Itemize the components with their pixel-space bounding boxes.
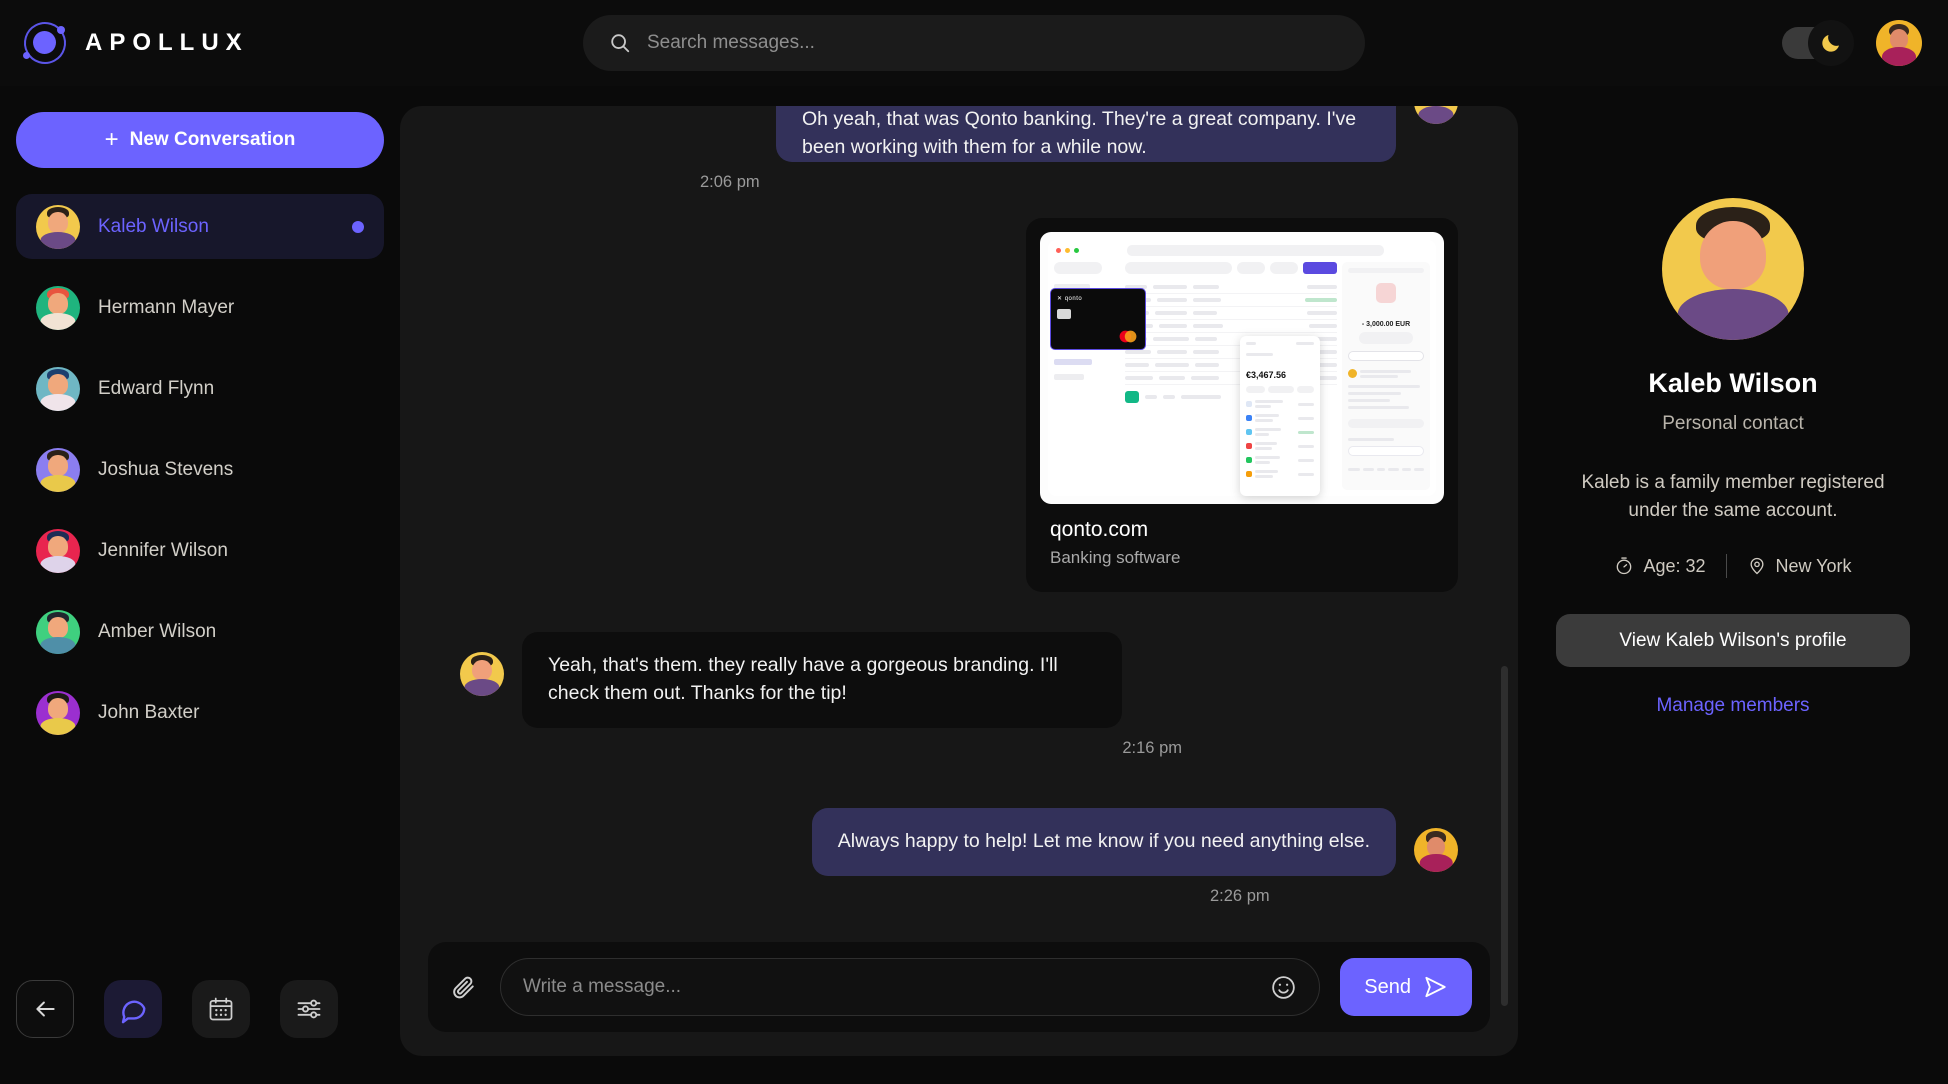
send-label: Send	[1364, 975, 1411, 998]
paperclip-icon[interactable]	[446, 974, 480, 1000]
conversation-item-label: Joshua Stevens	[98, 458, 234, 480]
orbit-icon	[16, 14, 74, 72]
message-row: Oh yeah, that was Qonto banking. They're…	[460, 106, 1458, 162]
avatar	[36, 690, 80, 735]
link-preview-subtitle: Banking software	[1050, 548, 1181, 567]
message-row: Yeah, that's them. they really have a go…	[460, 632, 1458, 728]
bottom-nav	[16, 980, 384, 1084]
link-preview-title: qonto.com	[1050, 518, 1149, 541]
conversation-item-john-baxter[interactable]: John Baxter	[16, 680, 384, 745]
avatar	[36, 285, 80, 330]
moon-icon	[1822, 35, 1839, 52]
message-row: Always happy to help! Let me know if you…	[460, 807, 1458, 876]
divider	[1725, 554, 1727, 579]
top-bar: APOLLUX	[0, 0, 1948, 86]
chat-icon[interactable]	[104, 980, 162, 1038]
link-preview-thumbnail: - 3,000.00 EUR ✕ qonto €3,467.56	[1040, 232, 1444, 504]
avatar	[460, 652, 504, 696]
conversation-item-joshua-stevens[interactable]: Joshua Stevens	[16, 437, 384, 502]
new-conversation-button[interactable]: + New Conversation	[16, 112, 384, 168]
profile-panel: Kaleb Wilson Personal contact Kaleb is a…	[1518, 86, 1948, 1084]
conversation-list: Kaleb Wilson Hermann Mayer Edward Flynn Jos…	[16, 194, 384, 761]
message-timestamp: 2:16 pm	[1122, 738, 1182, 757]
search-input[interactable]	[647, 15, 1339, 71]
avatar	[1414, 827, 1458, 872]
sidebar: + New Conversation Kaleb Wilson Hermann M…	[0, 86, 400, 1084]
conversation-item-hermann-mayer[interactable]: Hermann Mayer	[16, 275, 384, 340]
profile-age-label: Age: 32	[1643, 555, 1706, 576]
sliders-icon[interactable]	[280, 980, 338, 1038]
message-bubble: Always happy to help! Let me know if you…	[811, 807, 1396, 876]
message-timestamp: 2:26 pm	[1210, 886, 1270, 905]
paper-plane-icon	[1422, 974, 1448, 1000]
avatar	[36, 528, 80, 573]
unread-indicator	[352, 220, 364, 233]
profile-avatar	[1662, 198, 1804, 340]
conversation-item-label: Amber Wilson	[98, 620, 217, 642]
user-avatar[interactable]	[1876, 20, 1922, 66]
conversation-item-label: Hermann Mayer	[98, 296, 235, 318]
map-pin-icon	[1747, 556, 1767, 576]
search-box[interactable]	[583, 15, 1365, 71]
link-preview-meta: qonto.com Banking software	[1040, 504, 1444, 578]
search-icon	[609, 32, 631, 54]
message-bubble: Yeah, that's them. they really have a go…	[522, 632, 1122, 728]
topbar-actions	[1782, 20, 1922, 66]
plus-icon: +	[104, 126, 119, 153]
search-container	[583, 15, 1365, 71]
conversation-item-edward-flynn[interactable]: Edward Flynn	[16, 356, 384, 421]
send-button[interactable]: Send	[1340, 958, 1472, 1016]
main-area: + New Conversation Kaleb Wilson Hermann M…	[0, 86, 1948, 1084]
profile-location-label: New York	[1775, 555, 1852, 576]
avatar	[36, 366, 80, 411]
smiley-icon[interactable]	[1270, 974, 1297, 1001]
profile-role: Personal contact	[1662, 413, 1804, 434]
avatar	[36, 447, 80, 492]
thumbnail-url	[1127, 244, 1384, 256]
conversation-item-kaleb-wilson[interactable]: Kaleb Wilson	[16, 194, 384, 259]
conversation-item-label: Jennifer Wilson	[98, 539, 228, 561]
message-timestamp: 2:06 pm	[700, 173, 760, 191]
chat-panel: Oh yeah, that was Qonto banking. They're…	[400, 106, 1518, 1056]
app-root: APOLLUX Search messages... + New Convers…	[0, 0, 1948, 1084]
link-preview-card[interactable]: - 3,000.00 EUR ✕ qonto €3,467.56 qonto.c…	[1026, 218, 1458, 592]
avatar	[36, 204, 80, 249]
profile-description: Kaleb is a family member registered unde…	[1581, 472, 1885, 521]
manage-members-link[interactable]: Manage members	[1656, 695, 1809, 717]
composer-container: Send	[400, 942, 1518, 1056]
message-composer: Send	[428, 942, 1490, 1032]
new-conversation-label: New Conversation	[129, 129, 296, 150]
brand-logo[interactable]: APOLLUX	[16, 14, 582, 72]
conversation-item-label: John Baxter	[98, 701, 200, 723]
conversation-item-label: Kaleb Wilson	[98, 215, 209, 237]
avatar	[36, 609, 80, 654]
message-bubble: Oh yeah, that was Qonto banking. They're…	[776, 106, 1396, 162]
avatar	[1414, 106, 1458, 124]
back-arrow-icon[interactable]	[16, 980, 74, 1038]
toggle-knob	[1808, 20, 1854, 66]
view-profile-button[interactable]: View Kaleb Wilson's profile	[1556, 614, 1910, 668]
chat-scrollbar[interactable]	[1501, 666, 1508, 1006]
profile-location: New York	[1747, 556, 1852, 577]
profile-name: Kaleb Wilson	[1648, 368, 1818, 398]
conversation-item-label: Edward Flynn	[98, 377, 215, 399]
calendar-icon[interactable]	[192, 980, 250, 1038]
profile-age: Age: 32	[1614, 555, 1706, 577]
stopwatch-icon	[1614, 556, 1634, 576]
conversation-item-jennifer-wilson[interactable]: Jennifer Wilson	[16, 518, 384, 583]
profile-facts: Age: 32 New York	[1614, 554, 1852, 579]
message-input[interactable]	[523, 976, 1259, 998]
message-scroll-area[interactable]: Oh yeah, that was Qonto banking. They're…	[400, 106, 1518, 942]
theme-toggle[interactable]	[1782, 20, 1854, 66]
conversation-item-amber-wilson[interactable]: Amber Wilson	[16, 599, 384, 664]
message-input-shell[interactable]	[500, 958, 1321, 1016]
brand-name: APOLLUX	[85, 29, 249, 56]
message-row: - 3,000.00 EUR ✕ qonto €3,467.56 qonto.c…	[460, 218, 1458, 592]
